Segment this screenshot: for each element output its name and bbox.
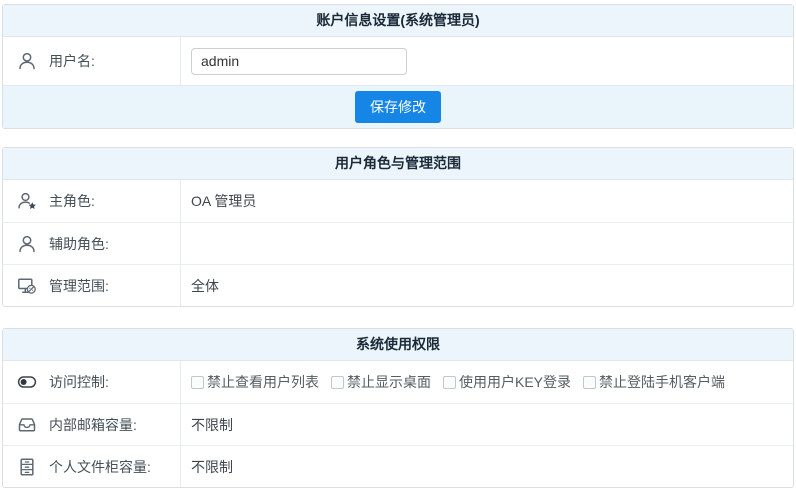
username-label: 用户名: <box>49 51 95 71</box>
table-row-username: 用户名: <box>3 37 793 85</box>
scope-label-cell: 管理范围: <box>3 265 181 306</box>
no-mobile-label: 禁止登陆手机客户端 <box>599 372 725 392</box>
no-desktop-checkbox[interactable] <box>331 376 344 389</box>
table-row-mailbox-quota: 内部邮箱容量: 不限制 <box>3 403 793 445</box>
panel-title-permissions: 系统使用权限 <box>3 329 793 361</box>
cabinet-quota-label-cell: 个人文件柜容量: <box>3 446 181 487</box>
checkbox-item-no-userlist: 禁止查看用户列表 <box>191 372 319 392</box>
table-row-scope: 管理范围: 全体 <box>3 264 793 306</box>
scope-value: 全体 <box>181 265 793 306</box>
mail-inbox-icon <box>17 415 37 435</box>
mailbox-quota-label-cell: 内部邮箱容量: <box>3 404 181 445</box>
toggle-icon <box>17 372 37 392</box>
username-value-cell <box>181 37 793 85</box>
use-key-checkbox[interactable] <box>443 376 456 389</box>
no-userlist-label: 禁止查看用户列表 <box>207 372 319 392</box>
no-mobile-checkbox[interactable] <box>583 376 596 389</box>
roles-scope-panel: 用户角色与管理范围 主角色: OA 管理员 辅助角色: <box>2 147 794 307</box>
user-icon <box>17 51 37 71</box>
username-input[interactable] <box>191 48 407 75</box>
aux-role-value <box>181 223 793 264</box>
aux-role-label: 辅助角色: <box>49 234 109 254</box>
user-icon <box>17 234 37 254</box>
account-settings-panel: 账户信息设置(系统管理员) 用户名: 保存修改 <box>2 4 794 129</box>
cabinet-quota-label: 个人文件柜容量: <box>49 457 151 477</box>
access-control-value-cell: 禁止查看用户列表 禁止显示桌面 使用用户KEY登录 禁止登陆手机客户端 <box>181 361 793 403</box>
main-role-label: 主角色: <box>49 191 95 211</box>
panel-title-roles: 用户角色与管理范围 <box>3 148 793 180</box>
save-button[interactable]: 保存修改 <box>355 91 441 123</box>
main-role-value: OA 管理员 <box>181 180 793 222</box>
panel-title-account: 账户信息设置(系统管理员) <box>3 5 793 37</box>
scope-label: 管理范围: <box>49 276 109 296</box>
no-desktop-label: 禁止显示桌面 <box>347 372 431 392</box>
access-control-options: 禁止查看用户列表 禁止显示桌面 使用用户KEY登录 禁止登陆手机客户端 <box>191 372 725 392</box>
account-footer-row: 保存修改 <box>3 85 793 128</box>
mailbox-quota-value: 不限制 <box>181 404 793 445</box>
mailbox-quota-label: 内部邮箱容量: <box>49 415 137 435</box>
table-row-access-control: 访问控制: 禁止查看用户列表 禁止显示桌面 使用用户KEY登录 禁止登陆 <box>3 361 793 403</box>
monitor-globe-icon <box>17 276 37 296</box>
main-role-label-cell: 主角色: <box>3 180 181 222</box>
use-key-label: 使用用户KEY登录 <box>459 372 571 392</box>
checkbox-item-use-key: 使用用户KEY登录 <box>443 372 571 392</box>
cabinet-quota-value: 不限制 <box>181 446 793 487</box>
system-permissions-panel: 系统使用权限 访问控制: 禁止查看用户列表 禁止显示桌面 <box>2 328 794 488</box>
aux-role-label-cell: 辅助角色: <box>3 223 181 264</box>
file-cabinet-icon <box>17 457 37 477</box>
table-row-main-role: 主角色: OA 管理员 <box>3 180 793 222</box>
checkbox-item-no-desktop: 禁止显示桌面 <box>331 372 431 392</box>
access-control-label: 访问控制: <box>49 372 109 392</box>
checkbox-item-no-mobile: 禁止登陆手机客户端 <box>583 372 725 392</box>
table-row-aux-role: 辅助角色: <box>3 222 793 264</box>
username-label-cell: 用户名: <box>3 37 181 85</box>
user-star-icon <box>17 191 37 211</box>
no-userlist-checkbox[interactable] <box>191 376 204 389</box>
access-control-label-cell: 访问控制: <box>3 361 181 403</box>
table-row-cabinet-quota: 个人文件柜容量: 不限制 <box>3 445 793 487</box>
